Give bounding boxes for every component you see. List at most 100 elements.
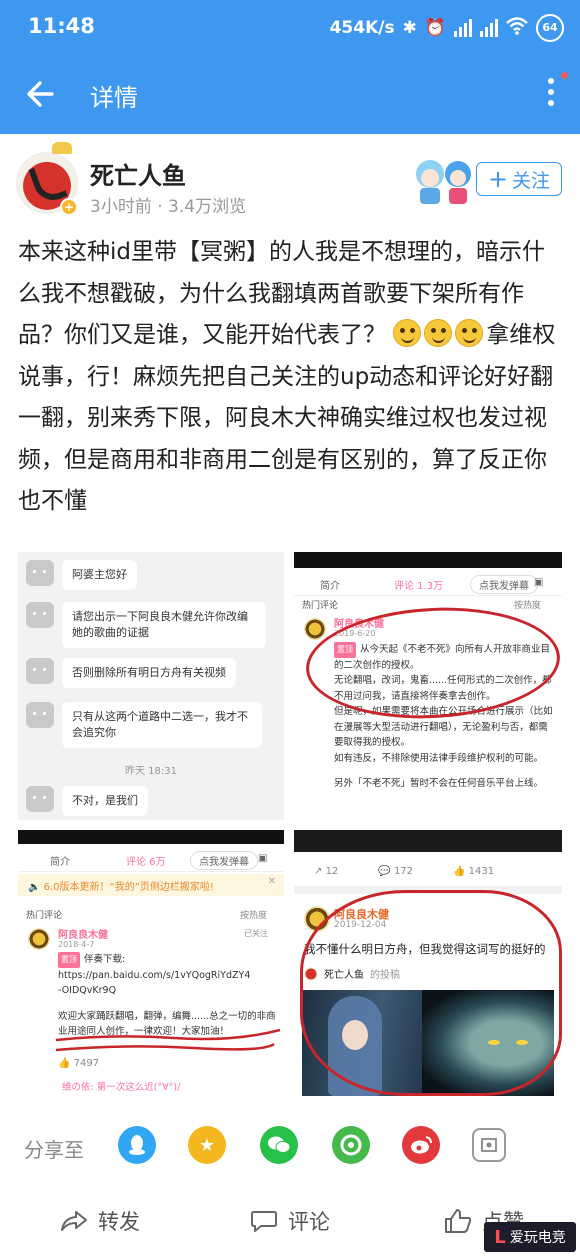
battery-icon: 64 <box>536 14 564 42</box>
share-row: 分享至 ★ <box>0 1112 580 1182</box>
chat-message: 否则删除所有明日方舟有关视频 <box>26 658 236 688</box>
chat-bubble: 不对，是我们 <box>62 786 148 816</box>
page-title: 详情 <box>90 84 138 112</box>
post-image-chat[interactable]: 阿婆主您好 请您出示一下阿良良木健允许你改编她的歌曲的证据 否则删除所有明日方舟… <box>18 552 284 820</box>
video-bar <box>294 830 562 852</box>
tab-intro: 简介 <box>320 581 340 592</box>
plus-icon: + <box>487 165 509 193</box>
tab-intro: 简介 <box>50 857 70 868</box>
comment-date: 2018-4-7 <box>58 940 95 949</box>
smile-emoji-icon <box>424 319 453 347</box>
pendant-icon <box>52 142 72 154</box>
comment-tabs: 简介 评论 6万 点我发弹幕 ▣ <box>18 846 284 872</box>
red-underline-annotation <box>55 1028 281 1052</box>
net-speed: 454K/s <box>329 18 395 38</box>
chat-timestamp: 昨天 18:31 <box>125 766 177 777</box>
qzone-share-icon[interactable]: ★ <box>188 1126 226 1164</box>
signal-hd-icon <box>480 19 498 37</box>
danmaku-toggle-icon: ▣ <box>534 577 544 588</box>
verified-badge-icon: + <box>60 198 78 216</box>
alarm-icon: ⏰ <box>424 18 446 38</box>
red-circle-annotation <box>300 890 562 1096</box>
commenter-avatar <box>304 618 326 640</box>
hot-comments-label: 热门评论 <box>302 601 339 611</box>
bilibili-tv-avatar-icon <box>26 602 54 628</box>
repost-button[interactable]: 转发 <box>60 1206 140 1236</box>
commenter-avatar <box>28 928 50 950</box>
screenshot-share-icon[interactable] <box>472 1128 506 1162</box>
comment-bubble-icon <box>251 1211 277 1232</box>
close-icon[interactable]: ✕ <box>268 876 276 887</box>
bilibili-tv-avatar-icon <box>26 658 54 684</box>
author-name[interactable]: 死亡人鱼 <box>90 156 186 191</box>
video-bar <box>18 830 284 844</box>
bilibili-tv-avatar-icon <box>26 786 54 812</box>
share-label: 分享至 <box>24 1138 84 1162</box>
decoration-sticker-icon <box>416 160 471 204</box>
top-bar: 11:48 454K/s ✱ ⏰ 64 详情 <box>0 0 580 134</box>
danmaku-pill: 点我发弹幕 <box>470 575 538 594</box>
bilibili-tv-avatar-icon <box>26 560 54 586</box>
chat-message: 阿婆主您好 <box>26 560 137 590</box>
chat-message: 不对，是我们 <box>26 786 148 816</box>
back-arrow-icon[interactable] <box>24 74 60 114</box>
more-options-icon[interactable] <box>546 78 556 110</box>
chat-message: 只有从这两个道路中二选一，我才不会追究你 <box>26 702 276 748</box>
smile-emoji-icon <box>393 319 422 347</box>
post-author-row: + 死亡人鱼 3小时前 · 3.4万浏览 + 关注 <box>0 134 580 230</box>
app-bar: 详情 <box>0 56 580 134</box>
like-count: 👍 7497 <box>58 1058 100 1069</box>
followed-label: 已关注 <box>244 929 268 938</box>
repost-count: ↗ 12 <box>314 866 339 877</box>
post-meta: 3小时前 · 3.4万浏览 <box>90 197 247 217</box>
thumbs-up-icon <box>445 1209 472 1233</box>
share-arrow-icon <box>61 1211 87 1231</box>
status-icons: 454K/s ✱ ⏰ 64 <box>330 14 564 42</box>
notification-dot <box>561 72 568 79</box>
wechat-share-icon[interactable] <box>260 1126 298 1164</box>
watermark-logo: L 爱玩电竞 <box>484 1222 576 1252</box>
wechat-moments-icon[interactable] <box>332 1126 370 1164</box>
video-bar <box>294 552 562 568</box>
comment-tabs: 简介 评论 1.3万 点我发弹幕 ▣ <box>294 570 562 596</box>
speaker-icon: 🔈 <box>28 882 41 893</box>
repost-label: 转发 <box>98 1210 140 1234</box>
chat-bubble: 否则删除所有明日方舟有关视频 <box>62 658 236 688</box>
commenter-name: 阿良良木健 <box>58 930 108 941</box>
tab-comments: 评论 1.3万 <box>394 581 444 592</box>
post-image-comment-1[interactable]: 简介 评论 1.3万 点我发弹幕 ▣ 热门评论 按热度 阿良良木健 2019-6… <box>294 552 562 820</box>
bluetooth-icon: ✱ <box>402 18 417 38</box>
signal-icon <box>454 19 472 37</box>
status-bar: 11:48 454K/s ✱ ⏰ 64 <box>0 0 580 56</box>
top-tag: 置顶 <box>58 952 80 968</box>
danmaku-toggle-icon: ▣ <box>258 853 268 864</box>
chat-bubble: 只有从这两个道路中二选一，我才不会追究你 <box>62 702 262 748</box>
follow-label: 关注 <box>512 169 551 192</box>
comment-label: 评论 <box>288 1210 330 1234</box>
follow-button[interactable]: + 关注 <box>476 162 562 196</box>
interaction-counts: ↗ 12 💬 172 👍 1431 <box>314 866 554 877</box>
status-time: 11:48 <box>28 14 95 38</box>
weibo-share-icon[interactable] <box>402 1126 440 1164</box>
post-text-part2: 拿维权说事，行！麻烦先把自己关注的up动态和评论好好翻一翻，别来秀下限，阿良木大… <box>18 322 556 514</box>
bilibili-tv-avatar-icon <box>26 702 54 728</box>
bottom-action-bar: 转发 评论 点赞 L爱玩电竞 <box>0 1184 580 1257</box>
danmaku-pill: 点我发弹幕 <box>190 851 258 870</box>
chat-message: 请您出示一下阿良良木健允许你改编她的歌曲的证据 <box>26 602 276 648</box>
update-notice: 🔈 6.0版本更新！“我的”页侧边栏搬家啦! ✕ <box>18 874 284 896</box>
chat-bubble: 请您出示一下阿良良木健允许你改编她的歌曲的证据 <box>62 602 266 648</box>
post-body: 本来这种id里带【冥粥】的人我是不想理的，暗示什么我不想戳破，为什么我翻填两首歌… <box>18 232 566 523</box>
post-image-repost[interactable]: ↗ 12 💬 172 👍 1431 阿良良木健 2019-12-04 ⌄ 我不懂… <box>294 830 562 1098</box>
wifi-icon <box>506 16 528 40</box>
reply-preview: 维の依: 第一次这么近(°∀°)/ <box>62 1082 181 1093</box>
tab-comments: 评论 6万 <box>126 857 166 868</box>
comment-count: 💬 172 <box>378 866 414 877</box>
comment-button[interactable]: 评论 <box>250 1206 330 1236</box>
chat-bubble: 阿婆主您好 <box>62 560 137 590</box>
smile-emoji-icon <box>455 319 484 347</box>
hot-comments-label: 热门评论 <box>26 911 63 921</box>
post-image-comment-2[interactable]: 简介 评论 6万 点我发弹幕 ▣ 🔈 6.0版本更新！“我的”页侧边栏搬家啦! … <box>18 830 284 1098</box>
sort-label: 按热度 <box>240 911 268 921</box>
qq-share-icon[interactable] <box>118 1126 156 1164</box>
sort-label: 按热度 <box>514 601 542 611</box>
